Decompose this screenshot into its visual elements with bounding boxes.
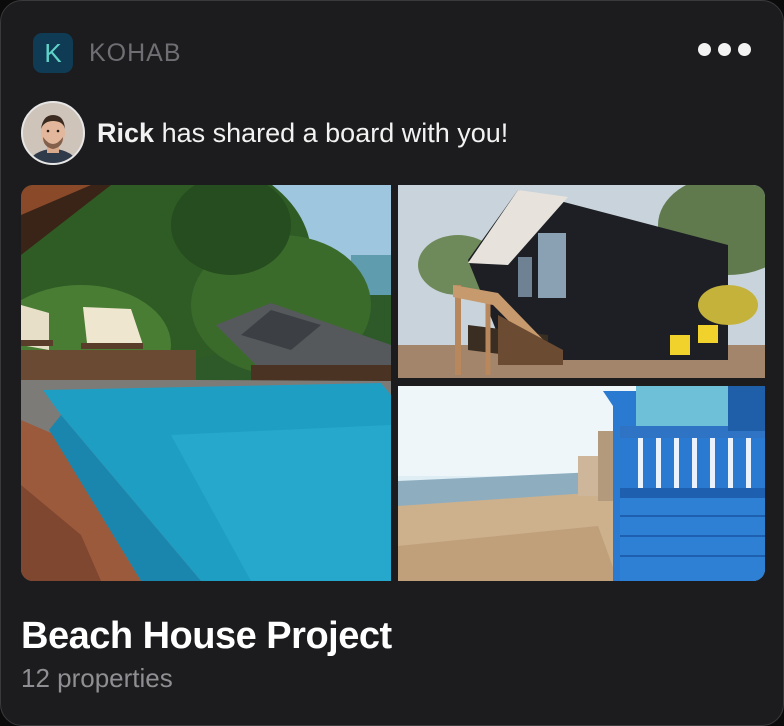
board-gallery[interactable] [21, 185, 765, 581]
kohab-logo: K [33, 33, 73, 73]
more-options-icon [718, 43, 731, 56]
share-card[interactable]: K KOHAB Rick has shared a board with you… [0, 0, 784, 726]
photo-beach-hut[interactable] [398, 386, 765, 581]
photo-infinity-pool[interactable] [21, 185, 391, 581]
app-name: KOHAB [89, 38, 182, 67]
photo-dark-house[interactable] [398, 185, 765, 378]
board-subtitle: 12 properties [21, 663, 173, 693]
share-message-text: has shared a board with you! [161, 117, 509, 148]
more-options-button[interactable] [698, 43, 751, 56]
share-message-row: Rick has shared a board with you! [21, 101, 508, 165]
avatar[interactable] [21, 101, 85, 165]
share-message: Rick has shared a board with you! [97, 118, 508, 149]
more-options-icon [738, 43, 751, 56]
more-options-icon [698, 43, 711, 56]
app-header: K KOHAB [33, 33, 182, 73]
sender-name: Rick [97, 117, 155, 148]
board-title[interactable]: Beach House Project [21, 615, 392, 658]
